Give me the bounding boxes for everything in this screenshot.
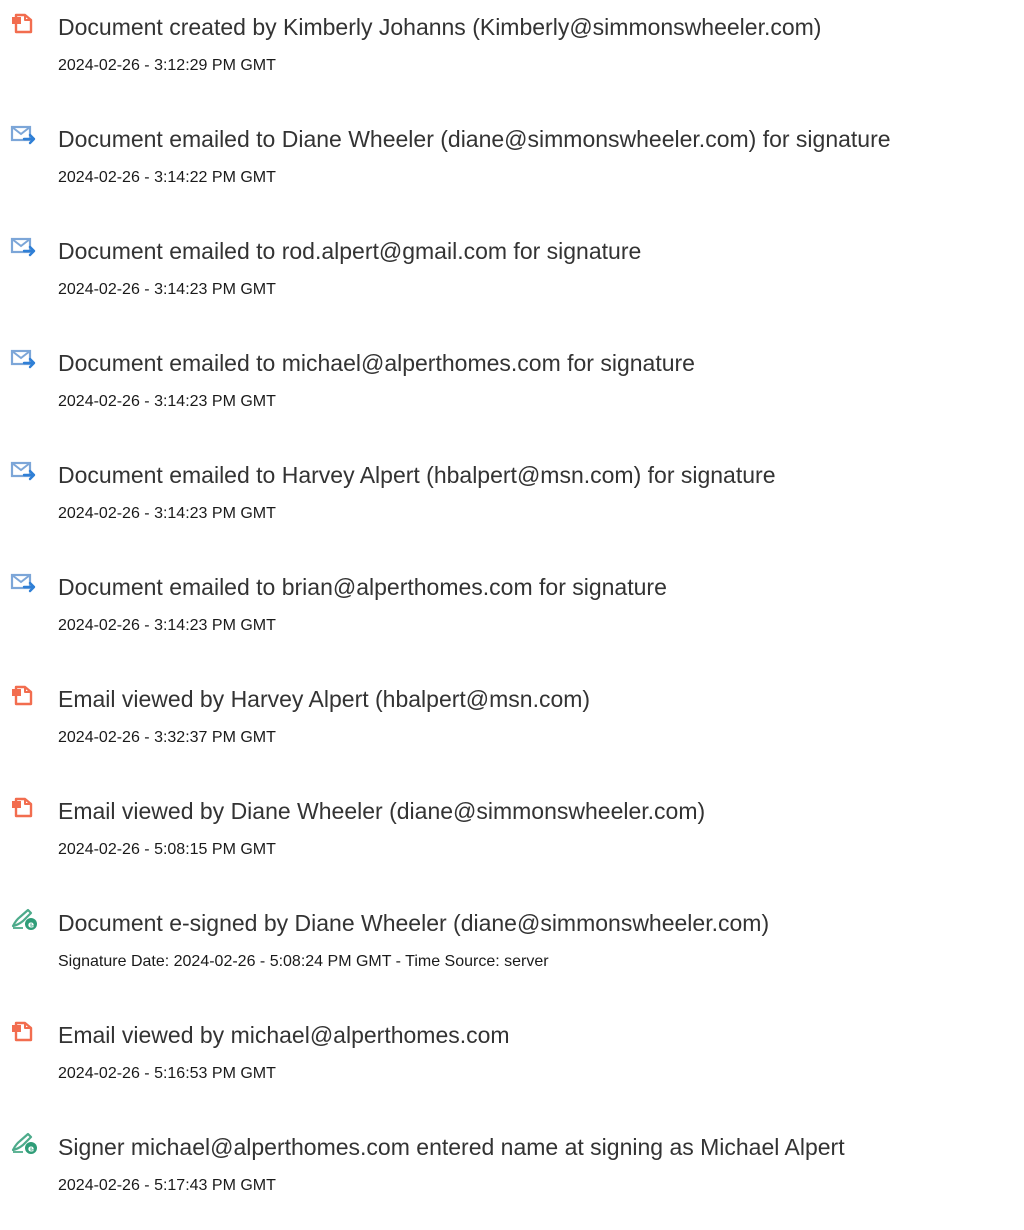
- event-timestamp: 2024-02-26 - 3:14:22 PM GMT: [58, 169, 276, 186]
- event-timestamp: 2024-02-26 - 3:14:23 PM GMT: [58, 505, 276, 522]
- audit-event-emailed: Document emailed to brian@alperthomes.co…: [0, 570, 1024, 670]
- event-timestamp: 2024-02-26 - 5:16:53 PM GMT: [58, 1065, 276, 1082]
- event-timestamp: 2024-02-26 - 5:17:43 PM GMT: [58, 1177, 276, 1194]
- event-timestamp: 2024-02-26 - 3:14:23 PM GMT: [58, 393, 276, 410]
- event-description: Email viewed by michael@alperthomes.com: [58, 1022, 510, 1048]
- audit-event-emailed: Document emailed to Harvey Alpert (hbalp…: [0, 458, 1024, 558]
- event-description: Email viewed by Harvey Alpert (hbalpert@…: [58, 686, 591, 712]
- audit-event-name-entered: Signer michael@alperthomes.com entered n…: [0, 1130, 1024, 1230]
- event-description: Email viewed by Diane Wheeler (diane@sim…: [58, 798, 706, 824]
- audit-event-emailed: Document emailed to rod.alpert@gmail.com…: [0, 234, 1024, 334]
- audit-event-email-viewed: Email viewed by michael@alperthomes.com …: [0, 1018, 1024, 1118]
- document-icon: [10, 1019, 38, 1043]
- audit-event-esigned: Document e-signed by Diane Wheeler (dian…: [0, 906, 1024, 1006]
- esign-icon: [10, 1131, 38, 1155]
- event-timestamp: Signature Date: 2024-02-26 - 5:08:24 PM …: [58, 953, 549, 970]
- email-sent-icon: [10, 571, 38, 595]
- event-description: Document emailed to brian@alperthomes.co…: [58, 574, 667, 600]
- document-icon: [10, 795, 38, 819]
- event-timestamp: 2024-02-26 - 3:14:23 PM GMT: [58, 281, 276, 298]
- audit-event-emailed: Document emailed to michael@alperthomes.…: [0, 346, 1024, 446]
- event-timestamp: 2024-02-26 - 3:12:29 PM GMT: [58, 57, 276, 74]
- event-description: Signer michael@alperthomes.com entered n…: [58, 1134, 845, 1160]
- audit-event-emailed: Document emailed to Diane Wheeler (diane…: [0, 122, 1024, 222]
- audit-event-document-created: Document created by Kimberly Johanns (Ki…: [0, 10, 1024, 110]
- event-description: Document created by Kimberly Johanns (Ki…: [58, 14, 822, 40]
- esign-icon: [10, 907, 38, 931]
- event-description: Document emailed to rod.alpert@gmail.com…: [58, 238, 642, 264]
- event-timestamp: 2024-02-26 - 3:32:37 PM GMT: [58, 729, 276, 746]
- email-sent-icon: [10, 347, 38, 371]
- audit-event-email-viewed: Email viewed by Harvey Alpert (hbalpert@…: [0, 682, 1024, 782]
- email-sent-icon: [10, 123, 38, 147]
- audit-event-email-viewed: Email viewed by Diane Wheeler (diane@sim…: [0, 794, 1024, 894]
- document-icon: [10, 683, 38, 707]
- event-description: Document emailed to Harvey Alpert (hbalp…: [58, 462, 776, 488]
- event-description: Document e-signed by Diane Wheeler (dian…: [58, 910, 770, 936]
- email-sent-icon: [10, 459, 38, 483]
- event-description: Document emailed to Diane Wheeler (diane…: [58, 126, 891, 152]
- event-description: Document emailed to michael@alperthomes.…: [58, 350, 695, 376]
- document-icon: [10, 11, 38, 35]
- event-timestamp: 2024-02-26 - 5:08:15 PM GMT: [58, 841, 276, 858]
- email-sent-icon: [10, 235, 38, 259]
- event-timestamp: 2024-02-26 - 3:14:23 PM GMT: [58, 617, 276, 634]
